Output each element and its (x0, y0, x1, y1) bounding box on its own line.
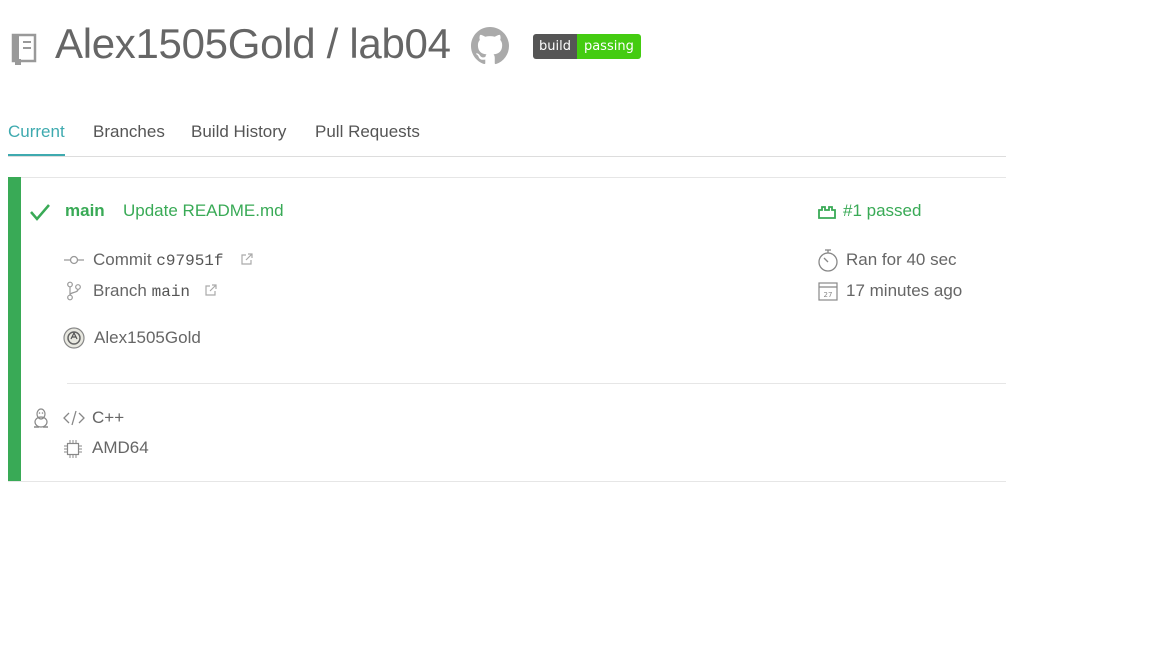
tab-build-history[interactable]: Build History (191, 122, 286, 142)
commit-row: Commit c97951f (93, 250, 224, 270)
tab-current[interactable]: Current (8, 122, 65, 156)
external-link-icon[interactable] (240, 253, 253, 266)
calendar-icon: 27 (818, 281, 838, 301)
badge-label: build (533, 34, 577, 59)
calendar-day: 27 (824, 291, 833, 299)
branch-value-link[interactable]: main (152, 283, 190, 301)
branch-label: Branch (93, 281, 147, 300)
repo-owner-link[interactable]: Alex1505Gold (55, 20, 316, 67)
finished-time: 17 minutes ago (846, 281, 963, 300)
build-duration: Ran for 40 sec (846, 250, 957, 269)
job-arch: AMD64 (92, 438, 149, 457)
repo-icon (10, 33, 38, 65)
job-language: C++ (92, 408, 125, 427)
cpu-icon (64, 440, 82, 458)
github-icon[interactable] (471, 27, 509, 65)
repo-name-link[interactable]: lab04 (349, 20, 451, 67)
external-link-icon[interactable] (204, 284, 217, 297)
build-number-link[interactable]: #1 passed (843, 201, 921, 221)
branch-name-link[interactable]: main (65, 201, 105, 221)
code-icon (63, 410, 85, 426)
tab-pull-requests[interactable]: Pull Requests (315, 122, 420, 142)
branch-row: Branch main (93, 281, 190, 301)
linux-icon (32, 407, 50, 429)
check-icon (29, 202, 51, 222)
stopwatch-icon (817, 247, 839, 273)
branch-icon (66, 281, 82, 301)
author-name: Alex1505Gold (94, 328, 201, 347)
badge-status: passing (576, 34, 641, 59)
status-bar (8, 177, 21, 481)
repo-separator: / (326, 20, 339, 67)
avatar (63, 327, 85, 349)
tab-bar: Current Branches Build History Pull Requ… (8, 120, 1006, 157)
tab-branches[interactable]: Branches (93, 122, 165, 142)
build-status-icon (817, 204, 837, 220)
commit-message[interactable]: Update README.md (123, 201, 284, 221)
repo-title: Alex1505Gold / lab04 (55, 20, 451, 68)
commit-label: Commit (93, 250, 152, 269)
card-divider (67, 383, 1006, 384)
commit-sha-link[interactable]: c97951f (156, 252, 223, 270)
build-status-badge[interactable]: build passing (533, 34, 641, 59)
commit-icon (64, 252, 84, 268)
